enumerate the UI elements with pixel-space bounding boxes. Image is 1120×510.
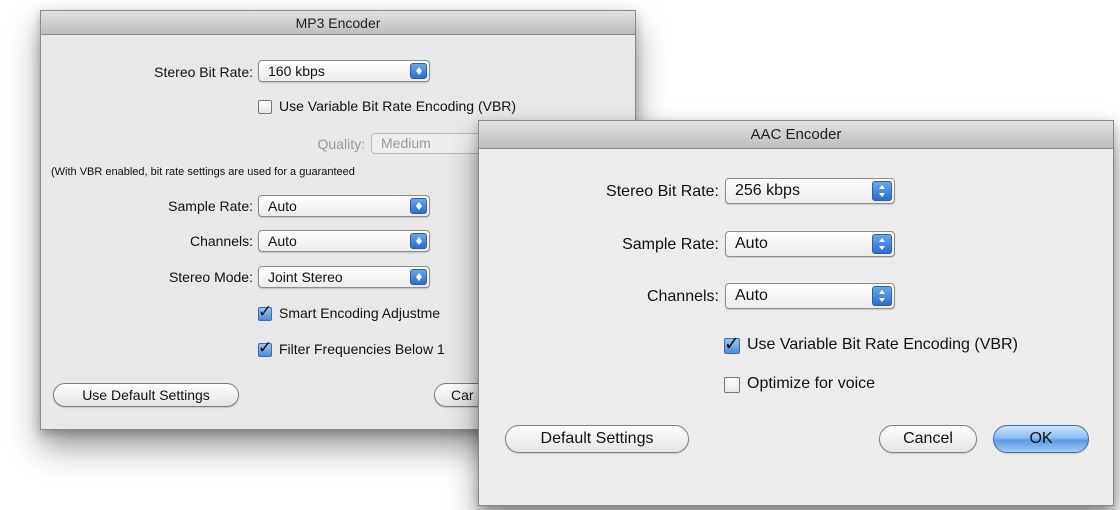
mp3-stereo-bit-rate-select[interactable]: 160 kbps	[258, 60, 430, 82]
aac-optimize-voice-label: Optimize for voice	[747, 375, 876, 392]
mp3-sample-rate-value: Auto	[268, 198, 297, 214]
mp3-stereo-mode-select[interactable]: Joint Stereo	[258, 266, 430, 288]
up-down-arrows-icon	[872, 286, 892, 306]
aac-cancel-button[interactable]: Cancel	[879, 425, 977, 453]
up-down-arrows-icon	[872, 234, 892, 254]
mp3-quality-label: Quality:	[317, 136, 365, 152]
aac-title-bar: AAC Encoder	[479, 121, 1113, 149]
aac-optimize-voice-checkbox[interactable]	[724, 377, 740, 393]
aac-vbr-label: Use Variable Bit Rate Encoding (VBR)	[747, 336, 1018, 353]
mp3-quality-value: Medium	[381, 135, 431, 151]
mp3-stereo-mode-value: Joint Stereo	[268, 269, 343, 285]
aac-channels-select[interactable]: Auto	[725, 283, 895, 309]
mp3-vbr-note: (With VBR enabled, bit rate settings are…	[51, 166, 355, 178]
aac-sample-rate-label: Sample Rate:	[622, 236, 719, 253]
mp3-filter-label: Filter Frequencies Below 1	[279, 341, 445, 357]
mp3-stereo-bit-rate-value: 160 kbps	[268, 63, 325, 79]
aac-stereo-bit-rate-select[interactable]: 256 kbps	[725, 178, 895, 204]
mp3-channels-label: Channels:	[189, 233, 253, 249]
mp3-sample-rate-label: Sample Rate:	[168, 198, 253, 214]
mp3-title: MP3 Encoder	[295, 15, 381, 31]
checkmark-icon: ✓	[258, 338, 273, 357]
aac-encoder-dialog: AAC Encoder Stereo Bit Rate: 256 kbps Sa…	[478, 120, 1114, 506]
checkmark-icon: ✓	[724, 334, 740, 355]
up-down-arrows-icon	[410, 233, 427, 249]
aac-default-settings-button[interactable]: Default Settings	[505, 425, 689, 453]
aac-vbr-checkbox[interactable]: ✓	[724, 334, 740, 355]
mp3-smart-encoding-label: Smart Encoding Adjustme	[279, 305, 441, 321]
mp3-channels-value: Auto	[268, 233, 297, 249]
mp3-vbr-label: Use Variable Bit Rate Encoding (VBR)	[279, 98, 517, 114]
aac-stereo-bit-rate-value: 256 kbps	[735, 182, 800, 199]
mp3-stereo-bit-rate-label: Stereo Bit Rate:	[154, 64, 253, 80]
aac-sample-rate-value: Auto	[735, 235, 768, 252]
mp3-use-default-settings-button[interactable]: Use Default Settings	[53, 383, 239, 407]
up-down-arrows-icon	[410, 198, 427, 214]
mp3-smart-encoding-checkbox[interactable]: ✓	[258, 302, 272, 321]
aac-sample-rate-select[interactable]: Auto	[725, 231, 895, 257]
aac-channels-value: Auto	[735, 287, 768, 304]
mp3-title-bar: MP3 Encoder	[41, 11, 635, 35]
checkmark-icon: ✓	[258, 302, 273, 321]
up-down-arrows-icon	[872, 181, 892, 201]
up-down-arrows-icon	[410, 269, 427, 285]
mp3-vbr-checkbox[interactable]	[258, 100, 272, 114]
mp3-filter-checkbox[interactable]: ✓	[258, 338, 272, 357]
mp3-channels-select[interactable]: Auto	[258, 230, 430, 252]
up-down-arrows-icon	[410, 63, 427, 79]
mp3-stereo-mode-label: Stereo Mode:	[168, 269, 253, 285]
mp3-sample-rate-select[interactable]: Auto	[258, 195, 430, 217]
aac-channels-label: Channels:	[646, 288, 719, 305]
aac-stereo-bit-rate-label: Stereo Bit Rate:	[606, 183, 719, 200]
aac-ok-button[interactable]: OK	[993, 425, 1089, 453]
aac-title: AAC Encoder	[750, 126, 842, 143]
